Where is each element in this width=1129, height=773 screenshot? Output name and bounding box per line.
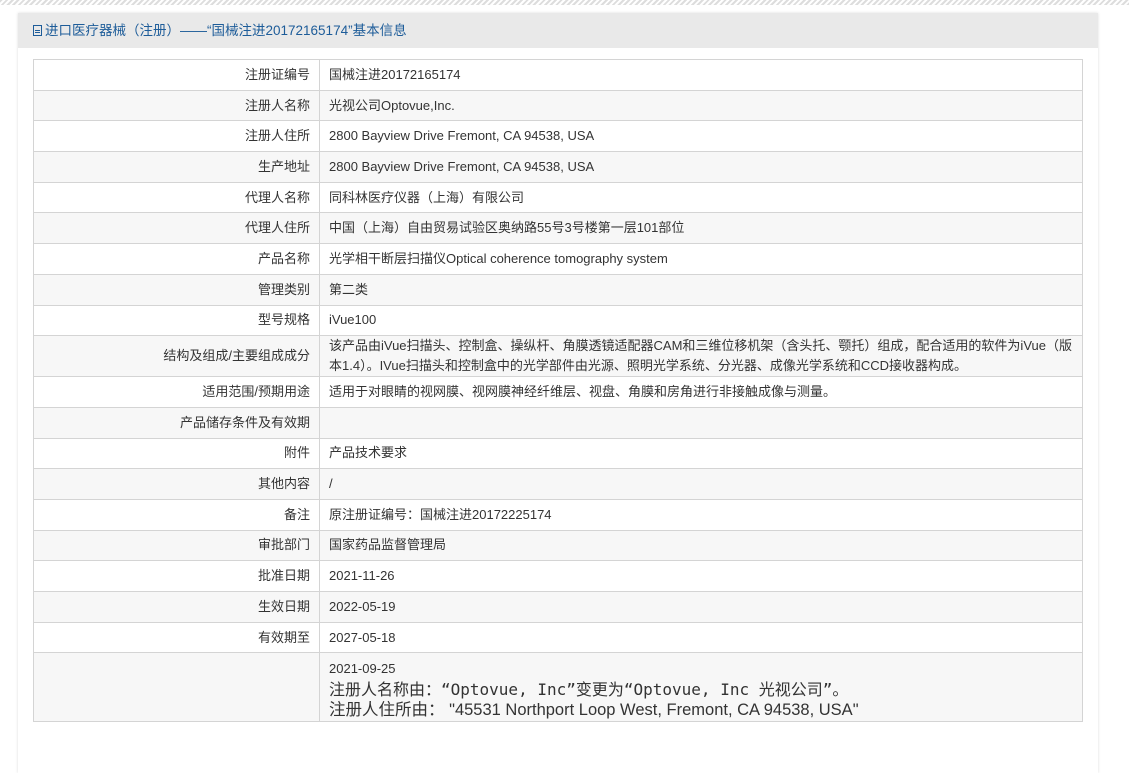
document-icon <box>33 25 42 36</box>
table-row: 代理人住所 中国（上海）自由贸易试验区奥纳路55号3号楼第一层101部位 <box>33 212 1083 245</box>
table-row: 注册证编号 国械注进20172165174 <box>33 59 1083 91</box>
field-label: 附件 <box>33 437 320 470</box>
field-value: 中国（上海）自由贸易试验区奥纳路55号3号楼第一层101部位 <box>319 212 1083 245</box>
table-row: 生效日期 2022-05-19 <box>33 591 1083 623</box>
table-row: 注册人住所 2800 Bayview Drive Fremont, CA 9453… <box>33 120 1083 153</box>
table-row: 注册人名称 光视公司Optovue,Inc. <box>33 89 1083 122</box>
field-label: 有效期至 <box>33 621 320 654</box>
table-row: 适用范围/预期用途 适用于对眼睛的视网膜、视网膜神经纤维层、视盘、角膜和房角进行非… <box>33 376 1083 408</box>
field-label: 注册证编号 <box>33 59 320 91</box>
field-label: 批准日期 <box>33 560 320 592</box>
field-label: 生产地址 <box>33 151 320 183</box>
table-row: 审批部门 国家药品监督管理局 <box>33 529 1083 562</box>
table-row: 其他内容 / <box>33 468 1083 500</box>
field-value: 光学相干断层扫描仪Optical coherence tomography sy… <box>319 243 1083 275</box>
table-row: 产品储存条件及有效期 <box>33 406 1083 439</box>
field-value: 国械注进20172165174 <box>319 59 1083 91</box>
field-label: 适用范围/预期用途 <box>33 376 320 408</box>
field-value <box>319 406 1083 439</box>
field-value: 2800 Bayview Drive Fremont, CA 94538, US… <box>319 151 1083 183</box>
field-label <box>33 652 320 723</box>
field-label: 型号规格 <box>33 304 320 337</box>
table-row: 批准日期 2021-11-26 <box>33 560 1083 592</box>
change-line: 注册人名称由：“Optovue, Inc”变更为“Optovue, Inc 光视… <box>329 680 849 700</box>
field-value: iVue100 <box>319 304 1083 337</box>
field-value: 2021-11-26 <box>319 560 1083 592</box>
field-label: 代理人住所 <box>33 212 320 245</box>
field-value: 原注册证编号：国械注进20172225174 <box>319 498 1083 531</box>
info-table: 注册证编号 国械注进20172165174 注册人名称 光视公司Optovue,Inc… <box>33 59 1083 723</box>
field-value: / <box>319 468 1083 500</box>
field-value: 产品技术要求 <box>319 437 1083 470</box>
field-value: 2022-05-19 <box>319 591 1083 623</box>
table-row-changes: 2021-09-25 注册人名称由：“Optovue, Inc”变更为“Optov… <box>33 652 1083 723</box>
field-label: 注册人住所 <box>33 120 320 153</box>
table-row: 产品名称 光学相干断层扫描仪Optical coherence tomograph… <box>33 243 1083 275</box>
table-row: 备注 原注册证编号：国械注进20172225174 <box>33 498 1083 531</box>
change-date: 2021-09-25 <box>329 661 396 677</box>
table-row: 管理类别 第二类 <box>33 273 1083 306</box>
field-label: 生效日期 <box>33 591 320 623</box>
field-value: 国家药品监督管理局 <box>319 529 1083 562</box>
table-row: 型号规格 iVue100 <box>33 304 1083 337</box>
field-label: 代理人名称 <box>33 181 320 214</box>
detail-panel: 进口医疗器械（注册）——“国械注进20172165174”基本信息 注册证编号国… <box>18 13 1098 773</box>
field-value: 适用于对眼睛的视网膜、视网膜神经纤维层、视盘、角膜和房角进行非接触成像与测量。 <box>319 376 1083 408</box>
change-line: 注册人住所由： "45531 Northport Loop West, Frem… <box>329 701 859 720</box>
table-row: 附件 产品技术要求 <box>33 437 1083 470</box>
field-value: 2800 Bayview Drive Fremont, CA 94538, US… <box>319 120 1083 153</box>
field-label: 产品名称 <box>33 243 320 275</box>
field-label: 管理类别 <box>33 273 320 306</box>
field-label: 其他内容 <box>33 468 320 500</box>
field-value: 第二类 <box>319 273 1083 306</box>
field-value: 2027-05-18 <box>319 621 1083 654</box>
field-value: 该产品由iVue扫描头、控制盒、操纵杆、角膜透镜适配器CAM和三维位移机架（含头… <box>319 335 1083 378</box>
table-row: 有效期至 2027-05-18 <box>33 621 1083 654</box>
field-value: 同科林医疗仪器（上海）有限公司 <box>319 181 1083 214</box>
field-label: 结构及组成/主要组成成分 <box>33 335 320 378</box>
table-row: 结构及组成/主要组成成分 该产品由iVue扫描头、控制盒、操纵杆、角膜透镜适配器C… <box>33 335 1083 378</box>
field-label: 注册人名称 <box>33 89 320 122</box>
change-history: 2021-09-25 注册人名称由：“Optovue, Inc”变更为“Optov… <box>319 652 1083 723</box>
table-row: 代理人名称 同科林医疗仪器（上海）有限公司 <box>33 181 1083 214</box>
field-label: 产品储存条件及有效期 <box>33 406 320 439</box>
field-label: 备注 <box>33 498 320 531</box>
panel-header: 进口医疗器械（注册）——“国械注进20172165174”基本信息 <box>18 13 1098 48</box>
table-row: 生产地址 2800 Bayview Drive Fremont, CA 94538… <box>33 151 1083 183</box>
top-border <box>0 0 1129 5</box>
field-label: 审批部门 <box>33 529 320 562</box>
page-title: 进口医疗器械（注册）——“国械注进20172165174”基本信息 <box>45 23 407 38</box>
field-value: 光视公司Optovue,Inc. <box>319 89 1083 122</box>
